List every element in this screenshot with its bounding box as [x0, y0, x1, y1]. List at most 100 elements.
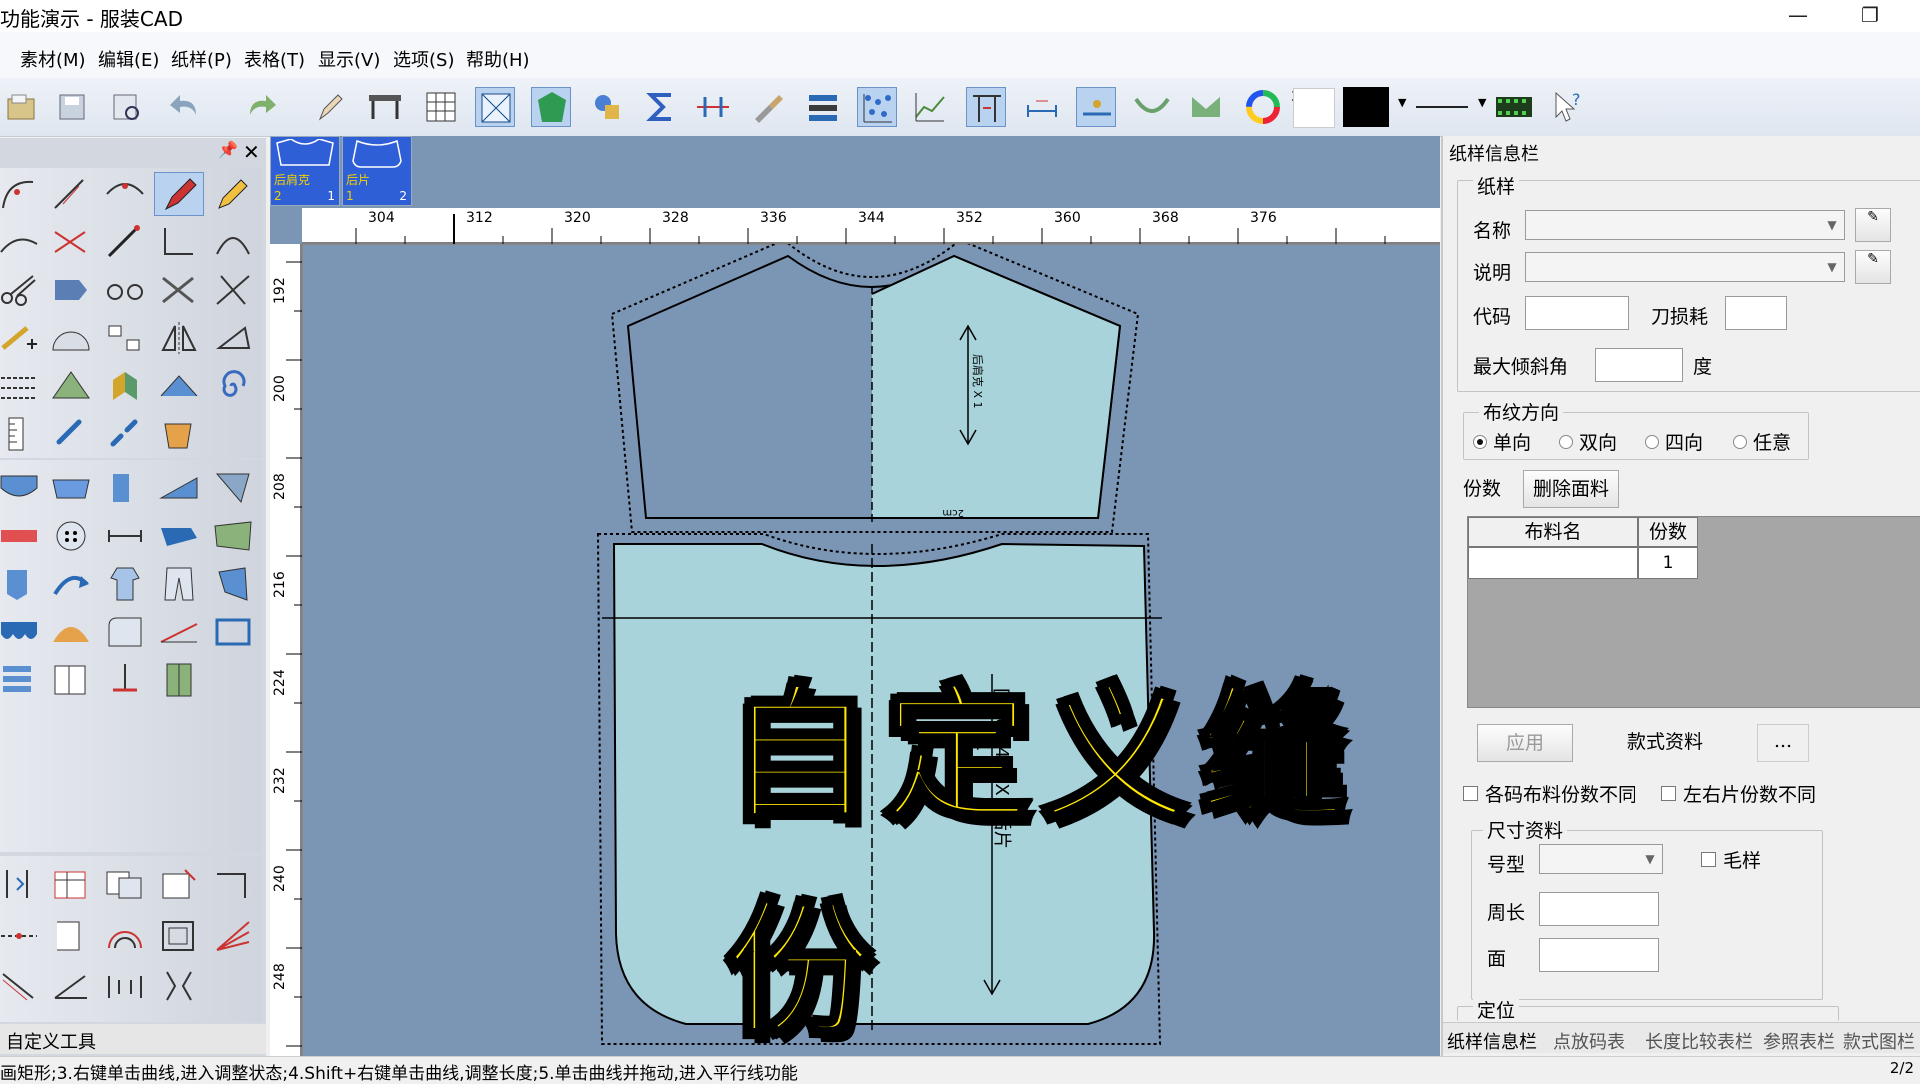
slope-tool-icon[interactable] — [154, 610, 204, 654]
line-tool-icon[interactable] — [0, 220, 44, 264]
menu-edit[interactable]: 编辑(E) — [98, 46, 159, 72]
pocket-tool-icon[interactable] — [0, 562, 44, 606]
close-panel-icon[interactable]: ✕ — [243, 140, 260, 164]
link-tool-icon[interactable] — [46, 412, 96, 456]
fold-piece-icon[interactable] — [154, 514, 204, 558]
tab-grade-table[interactable]: 点放码表 — [1553, 1028, 1625, 1054]
rotate-piece-icon[interactable] — [208, 316, 258, 360]
area-input[interactable] — [1539, 938, 1659, 972]
drill-tool-icon[interactable] — [100, 658, 150, 702]
arrow-line-icon[interactable] — [100, 220, 150, 264]
angle-line-icon[interactable] — [154, 220, 204, 264]
protractor-icon[interactable] — [46, 316, 96, 360]
cut-piece-icon[interactable] — [154, 268, 204, 312]
hang-point-icon[interactable] — [1076, 87, 1116, 127]
align-points-icon[interactable] — [693, 87, 733, 127]
piece-thumbnail[interactable]: 后片 1 2 — [342, 136, 412, 206]
sum-icon[interactable] — [641, 87, 681, 127]
brush-icon[interactable] — [747, 87, 787, 127]
tab-piece-info[interactable]: 纸样信息栏 — [1447, 1028, 1537, 1054]
grade-step-icon[interactable] — [100, 964, 150, 1008]
help-pointer-icon[interactable]: ? — [1548, 87, 1588, 127]
style-info-button[interactable]: 款式资料 — [1619, 724, 1711, 762]
collar-curve-icon[interactable] — [1186, 87, 1226, 127]
canvas-area[interactable]: 后肩克 2 1 后片 1 2 304 312 320 328 336 344 3… — [270, 136, 1472, 1059]
film-strip-icon[interactable] — [1494, 87, 1534, 127]
line-chart-icon[interactable] — [910, 87, 950, 127]
open-dart-icon[interactable] — [154, 364, 204, 408]
raw-sample-checkbox[interactable] — [1701, 852, 1716, 867]
menu-view[interactable]: 显示(V) — [318, 46, 380, 72]
merge-adjust-icon[interactable] — [100, 172, 150, 216]
restore-button[interactable]: ❐ — [1842, 0, 1898, 32]
grade-split-icon[interactable] — [154, 964, 204, 1008]
more-button[interactable]: ... — [1757, 724, 1809, 762]
description-dropdown-icon[interactable]: ▼ — [1821, 256, 1843, 278]
plus-seam-icon[interactable] — [0, 316, 44, 360]
code-input[interactable] — [1525, 296, 1629, 330]
redo-icon[interactable] — [240, 87, 280, 127]
color-wheel-icon[interactable] — [1243, 87, 1283, 127]
yoke-piece[interactable]: 后肩克 X 1 2cm — [610, 244, 1140, 533]
grade-table-icon[interactable] — [46, 862, 96, 906]
fold-tool-icon[interactable] — [100, 364, 150, 408]
pants-tool-icon[interactable] — [154, 562, 204, 606]
lace-edge-icon[interactable] — [0, 610, 44, 654]
menu-table[interactable]: 表格(T) — [244, 46, 305, 72]
bucket-tool-icon[interactable] — [154, 412, 204, 456]
pleat-tool-icon[interactable] — [46, 364, 96, 408]
lr-copies-checkbox[interactable] — [1661, 786, 1676, 801]
notch-tool-icon[interactable] — [100, 466, 150, 510]
rotate-arrow-icon[interactable] — [46, 562, 96, 606]
size-type-dropdown-icon[interactable]: ▼ — [1639, 848, 1661, 870]
delete-fabric-button[interactable]: 删除面料 — [1523, 470, 1619, 508]
line-color-swatch[interactable] — [1343, 87, 1389, 127]
mirror-piece-icon[interactable] — [46, 610, 96, 654]
scissors-tool-icon[interactable] — [0, 268, 44, 312]
pen-tool-icon[interactable] — [154, 172, 204, 216]
grain-double-radio[interactable] — [1559, 435, 1573, 449]
fabric-col-header[interactable]: 布料名 — [1468, 517, 1638, 547]
fabric-name-cell[interactable] — [1468, 547, 1638, 579]
cut-corner-icon[interactable] — [208, 466, 258, 510]
menu-material[interactable]: 素材(M) — [20, 46, 86, 72]
length-measure-icon[interactable] — [1022, 87, 1062, 127]
grade-copy-icon[interactable] — [100, 862, 150, 906]
piece-thumbnail[interactable]: 后肩克 2 1 — [270, 136, 340, 206]
grain-line-icon[interactable] — [154, 466, 204, 510]
description-edit-button[interactable]: ✎ — [1855, 250, 1891, 284]
perimeter-input[interactable] — [1539, 892, 1659, 926]
split-piece-icon[interactable] — [46, 658, 96, 702]
grade-paste-icon[interactable] — [154, 862, 204, 906]
spiral-tool-icon[interactable] — [208, 364, 258, 408]
minimize-button[interactable]: — — [1770, 0, 1826, 32]
fill-piece-icon[interactable] — [531, 87, 571, 127]
plotter-icon[interactable] — [365, 87, 405, 127]
grade-arrows-icon[interactable] — [0, 862, 44, 906]
vest-tool-icon[interactable] — [154, 658, 204, 702]
shapes-icon[interactable] — [587, 87, 627, 127]
grade-slope-icon[interactable] — [0, 964, 44, 1008]
line-style-icon[interactable] — [1416, 106, 1468, 108]
line-style-dropdown-icon[interactable]: ▼ — [1478, 96, 1486, 109]
grade-box-icon[interactable] — [154, 914, 204, 958]
curve-shape-icon[interactable] — [1132, 87, 1172, 127]
piece-layout-icon[interactable] — [475, 87, 515, 127]
grade-angle-icon[interactable] — [46, 964, 96, 1008]
grain-any-radio[interactable] — [1733, 435, 1747, 449]
stack-pieces-icon[interactable] — [0, 658, 44, 702]
fabric-copies-cell[interactable]: 1 — [1638, 547, 1698, 579]
button-tool-icon[interactable] — [46, 514, 96, 558]
fabric-grid-icon[interactable] — [46, 466, 96, 510]
align-boxes-icon[interactable] — [100, 316, 150, 360]
arc-tool-icon[interactable] — [208, 220, 258, 264]
tab-style-image[interactable]: 款式图栏 — [1843, 1028, 1915, 1054]
pencil-tool-icon[interactable] — [310, 87, 350, 127]
grade-fan-icon[interactable] — [208, 914, 258, 958]
description-combo[interactable] — [1525, 252, 1845, 282]
undo-icon[interactable] — [166, 87, 206, 127]
symmetry-icon[interactable] — [154, 316, 204, 360]
marker-tool-icon[interactable] — [208, 172, 258, 216]
frame-tool-icon[interactable] — [208, 610, 258, 654]
name-dropdown-icon[interactable]: ▼ — [1821, 214, 1843, 236]
